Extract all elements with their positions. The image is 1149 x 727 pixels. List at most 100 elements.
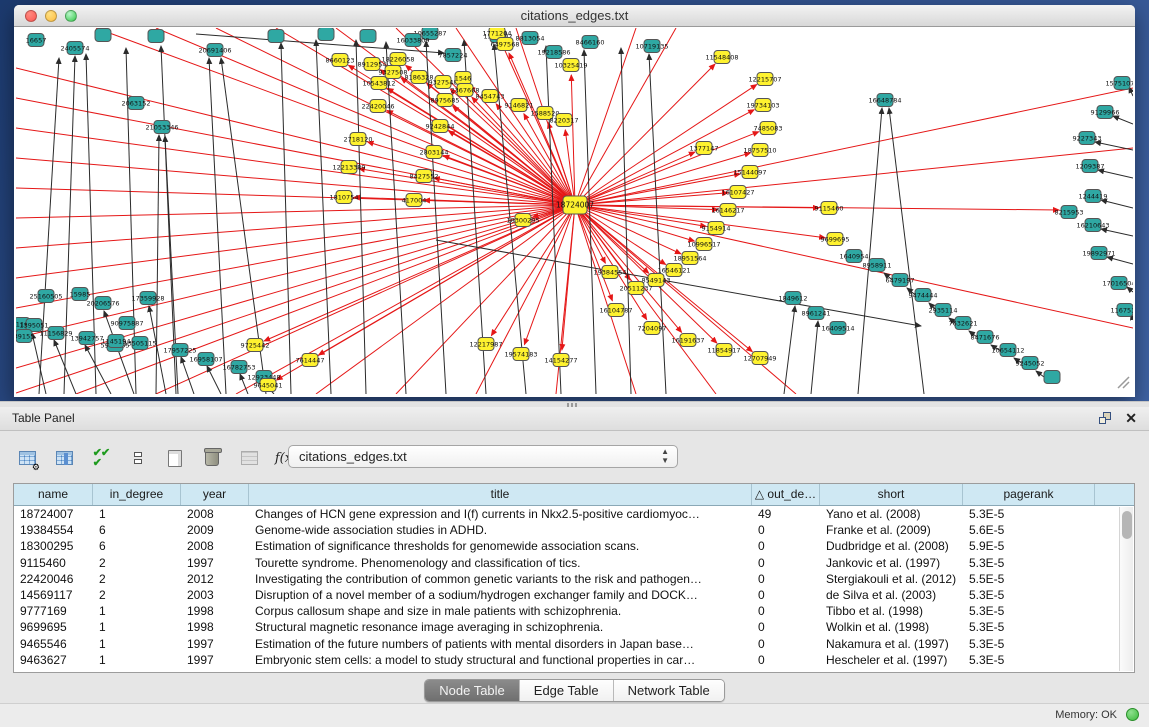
graph-node[interactable]: 15144097 xyxy=(733,166,766,179)
graph-node[interactable]: 19734103 xyxy=(746,99,779,112)
column-header-title[interactable]: title xyxy=(249,484,752,505)
graph-node[interactable]: 14154277 xyxy=(544,354,577,367)
select-all-columns-button[interactable]: ✔✔✔ xyxy=(88,445,114,471)
column-header-in_degree[interactable]: in_degree xyxy=(93,484,181,505)
new-column-button[interactable] xyxy=(162,445,188,471)
graph-node[interactable]: 10654112 xyxy=(991,344,1024,357)
graph-node[interactable]: 7857224 xyxy=(439,49,468,62)
tab-node-table[interactable]: Node Table xyxy=(425,680,520,701)
graph-node[interactable]: 8975685 xyxy=(431,94,460,107)
graph-node[interactable]: 16648784 xyxy=(868,94,901,107)
graph-node[interactable]: 2405574 xyxy=(61,42,90,55)
graph-node[interactable]: 10325419 xyxy=(554,59,587,72)
graph-node[interactable]: 7632621 xyxy=(949,317,978,330)
table-row[interactable]: 1872400712008Changes of HCN gene express… xyxy=(14,506,1118,522)
network-graph[interactable]: 1665724055742069140620631522105334610655… xyxy=(16,28,1133,394)
tab-network-table[interactable]: Network Table xyxy=(614,680,724,701)
graph-node[interactable]: 1546 xyxy=(455,72,472,85)
graph-node[interactable]: 18757510 xyxy=(743,144,776,157)
graph-node[interactable]: 11854917 xyxy=(707,344,740,357)
graph-node[interactable] xyxy=(268,30,284,43)
graph-node[interactable] xyxy=(360,30,376,43)
graph-node[interactable]: 16657 xyxy=(26,34,47,47)
column-header-out_de[interactable]: △ out_de… xyxy=(752,484,820,505)
table-row[interactable]: 1830029562008Estimation of significance … xyxy=(14,538,1118,554)
table-source-select[interactable]: citations_edges.txt ▲▼ xyxy=(288,445,678,468)
graph-node[interactable]: 13942757 xyxy=(70,332,103,345)
graph-node[interactable]: 1849612 xyxy=(779,292,808,305)
close-panel-icon[interactable]: ✕ xyxy=(1125,410,1137,427)
graph-node[interactable]: 1167533 xyxy=(1111,304,1133,317)
black-edge xyxy=(209,58,226,394)
graph-node[interactable]: 16782753 xyxy=(222,361,255,374)
table-row[interactable]: 977716911998Corpus callosum shape and si… xyxy=(14,603,1118,619)
network-canvas[interactable]: 1665724055742069140620631522105334610655… xyxy=(16,28,1133,394)
graph-node[interactable]: 10996517 xyxy=(687,238,720,251)
graph-node[interactable]: 8660123 xyxy=(326,54,355,67)
row-options-button[interactable] xyxy=(125,445,151,471)
graph-node[interactable]: 11548408 xyxy=(705,51,738,64)
graph-node[interactable]: 21053346 xyxy=(145,121,178,134)
table-row[interactable]: 946554611997Estimation of the future num… xyxy=(14,636,1118,652)
table-row[interactable]: 969969511998Structural magnetic resonanc… xyxy=(14,619,1118,635)
graph-node[interactable]: 16191637 xyxy=(671,334,704,347)
graph-node[interactable]: 9115460 xyxy=(815,202,844,215)
tab-edge-table[interactable]: Edge Table xyxy=(520,680,614,701)
graph-node[interactable]: 19218586 xyxy=(537,46,570,59)
graph-node-label: 9327548 xyxy=(429,79,458,87)
table-row[interactable]: 1938455462009Genome-wide association stu… xyxy=(14,522,1118,538)
graph-node[interactable] xyxy=(148,30,164,43)
graph-node[interactable]: 9699695 xyxy=(821,233,850,246)
graph-node[interactable] xyxy=(318,28,334,41)
column-header-short[interactable]: short xyxy=(820,484,963,505)
graph-node[interactable]: 1810754 xyxy=(330,191,359,204)
graph-node[interactable]: 16409514 xyxy=(821,322,854,335)
graph-node[interactable]: 8961241 xyxy=(802,307,831,320)
graph-node[interactable]: 8454743 xyxy=(476,90,505,103)
graph-node[interactable]: 8813054 xyxy=(516,32,545,45)
graph-node[interactable]: 7614447 xyxy=(296,354,325,367)
graph-node[interactable]: 15751074 xyxy=(1105,77,1133,90)
column-header-pagerank[interactable]: pagerank xyxy=(963,484,1095,505)
graph-node[interactable]: 8471676 xyxy=(971,331,1000,344)
graph-node[interactable]: 19574183 xyxy=(504,348,537,361)
network-window-titlebar[interactable]: citations_edges.txt xyxy=(14,5,1135,27)
graph-node[interactable]: 16146217 xyxy=(711,204,744,217)
table-row[interactable]: 1456911722003Disruption of a novel membe… xyxy=(14,587,1118,603)
graph-node[interactable]: 20206576 xyxy=(86,297,119,310)
graph-node[interactable]: 8466160 xyxy=(576,36,605,49)
vertical-scrollbar[interactable] xyxy=(1119,507,1133,671)
graph-node[interactable]: 17359928 xyxy=(131,292,164,305)
graph-node[interactable]: 18300295 xyxy=(506,214,539,227)
graph-node[interactable]: 9245052 xyxy=(1016,357,1045,370)
graph-node[interactable]: 90975887 xyxy=(110,317,143,330)
graph-node[interactable]: 417004 xyxy=(402,194,427,207)
delete-column-button[interactable] xyxy=(199,445,225,471)
graph-node[interactable] xyxy=(95,29,111,42)
scrollbar-thumb[interactable] xyxy=(1122,511,1132,539)
table-row[interactable]: 2242004622012Investigating the contribut… xyxy=(14,571,1118,587)
graph-node[interactable]: 2718120 xyxy=(344,133,373,146)
graph-node[interactable]: 12213389 xyxy=(332,161,365,174)
column-header-name[interactable]: name xyxy=(14,484,93,505)
graph-node[interactable]: 18951564 xyxy=(673,252,706,265)
graph-node[interactable]: 2063152 xyxy=(122,97,151,110)
table-row[interactable]: 911546021997Tourette syndrome. Phenomeno… xyxy=(14,555,1118,571)
show-columns-button[interactable] xyxy=(51,445,77,471)
graph-node[interactable] xyxy=(1044,371,1060,384)
black-edge xyxy=(811,321,818,394)
table-panel: Table Panel ✕ ⚙ ✔✔✔ f(x) citations_edges… xyxy=(0,407,1149,703)
graph-node[interactable]: 39155 xyxy=(16,330,34,343)
table-row[interactable]: 946362711997Embryonic stem cells: a mode… xyxy=(14,652,1118,668)
table-settings-button[interactable]: ⚙ xyxy=(14,445,40,471)
graph-node[interactable]: 8215953 xyxy=(1055,206,1084,219)
graph-node[interactable]: 9154914 xyxy=(702,222,731,235)
graph-node[interactable]: 12217987 xyxy=(469,338,502,351)
graph-node[interactable]: 12215707 xyxy=(748,73,781,86)
graph-node[interactable]: 16104787 xyxy=(599,304,632,317)
graph-node[interactable]: 20691406 xyxy=(198,44,231,57)
float-panel-icon[interactable] xyxy=(1099,412,1113,425)
graph-node[interactable]: 2935114 xyxy=(929,304,958,317)
import-table-button-disabled xyxy=(236,445,262,471)
column-header-year[interactable]: year xyxy=(181,484,249,505)
